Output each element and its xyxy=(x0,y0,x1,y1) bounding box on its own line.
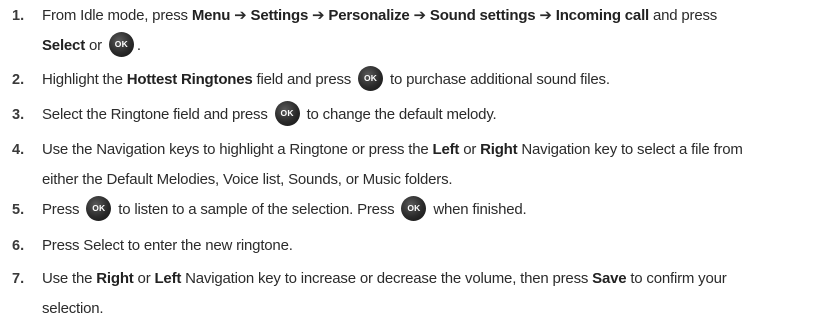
text-run: selection. xyxy=(42,300,104,317)
ok-key-icon: OK xyxy=(86,196,112,222)
bold-term: Save xyxy=(592,270,627,287)
text-run: Use the xyxy=(42,270,97,287)
text-run: Highlight the xyxy=(42,71,127,88)
text-run: to listen to a sample of the selection. … xyxy=(114,201,399,218)
step-number: 3. xyxy=(12,107,25,123)
bold-term: Incoming call xyxy=(555,7,650,24)
text-run: to change the default melody. xyxy=(302,106,497,123)
step-number: 4. xyxy=(12,142,25,158)
text-run: Use the Navigation keys to highlight a R… xyxy=(42,141,433,158)
step-line: From Idle mode, press Menu ➔ Settings ➔ … xyxy=(42,4,828,28)
text-run: ➔ xyxy=(230,7,251,24)
text-run: Select the Ringtone field and press xyxy=(42,106,272,123)
step-number: 6. xyxy=(12,238,25,254)
text-run: or xyxy=(459,141,481,158)
step-text: Select the Ringtone field and press OK t… xyxy=(42,101,828,127)
bold-term: Right xyxy=(96,270,134,287)
text-run: to purchase additional sound files. xyxy=(386,71,610,88)
bold-term: Left xyxy=(432,141,460,158)
bold-term: Personalize xyxy=(328,7,410,24)
text-run: to confirm your xyxy=(626,270,727,287)
bold-term: Hottest Ringtones xyxy=(126,71,253,88)
ok-key-icon: OK xyxy=(274,101,300,127)
text-run: either the Default Melodies, Voice list,… xyxy=(42,171,453,188)
bold-term: Right xyxy=(480,141,518,158)
text-run: Navigation key to select a file from xyxy=(517,141,743,158)
text-run: From Idle mode, press xyxy=(42,7,192,24)
step-line: Use the Right or Left Navigation key to … xyxy=(42,267,828,291)
step-number: 1. xyxy=(12,8,25,24)
step-line: either the Default Melodies, Voice list,… xyxy=(42,168,828,192)
bold-term: Menu xyxy=(191,7,231,24)
text-run: ➔ xyxy=(535,7,556,24)
text-run: . xyxy=(136,37,141,54)
text-run: when finished. xyxy=(429,201,527,218)
text-run: Press Select to enter the new ringtone. xyxy=(42,237,293,254)
step-number: 7. xyxy=(12,271,25,287)
text-run: or xyxy=(85,37,106,54)
step-line: Highlight the Hottest Ringtones field an… xyxy=(42,66,828,92)
bold-term: Settings xyxy=(250,7,309,24)
step-line: Press OK to listen to a sample of the se… xyxy=(42,196,828,222)
bold-term: Select xyxy=(42,37,85,54)
text-run: Navigation key to increase or decrease t… xyxy=(181,270,593,287)
instruction-list: 1. From Idle mode, press Menu ➔ Settings… xyxy=(0,0,836,330)
step-text: Highlight the Hottest Ringtones field an… xyxy=(42,66,828,92)
step-text: Use the Right or Left Navigation key to … xyxy=(42,267,828,321)
step-line: Use the Navigation keys to highlight a R… xyxy=(42,138,828,162)
text-run: and press xyxy=(649,7,718,24)
step-text: Press OK to listen to a sample of the se… xyxy=(42,196,828,222)
ok-key-icon: OK xyxy=(358,66,384,92)
step-number: 5. xyxy=(12,202,25,218)
bold-term: Sound settings xyxy=(429,7,536,24)
step-line: selection. xyxy=(42,297,828,321)
bold-term: Left xyxy=(154,270,182,287)
text-run: ➔ xyxy=(308,7,329,24)
ok-key-icon: OK xyxy=(108,32,134,58)
text-run: Press xyxy=(42,201,84,218)
step-text: From Idle mode, press Menu ➔ Settings ➔ … xyxy=(42,4,828,58)
text-run: ➔ xyxy=(409,7,430,24)
step-line: Press Select to enter the new ringtone. xyxy=(42,234,828,258)
step-line: Select the Ringtone field and press OK t… xyxy=(42,101,828,127)
step-text: Press Select to enter the new ringtone. xyxy=(42,234,828,258)
step-line: Select or OK. xyxy=(42,32,828,58)
text-run: field and press xyxy=(252,71,356,88)
step-number: 2. xyxy=(12,72,25,88)
ok-key-icon: OK xyxy=(401,196,427,222)
text-run: or xyxy=(133,270,155,287)
step-text: Use the Navigation keys to highlight a R… xyxy=(42,138,828,192)
